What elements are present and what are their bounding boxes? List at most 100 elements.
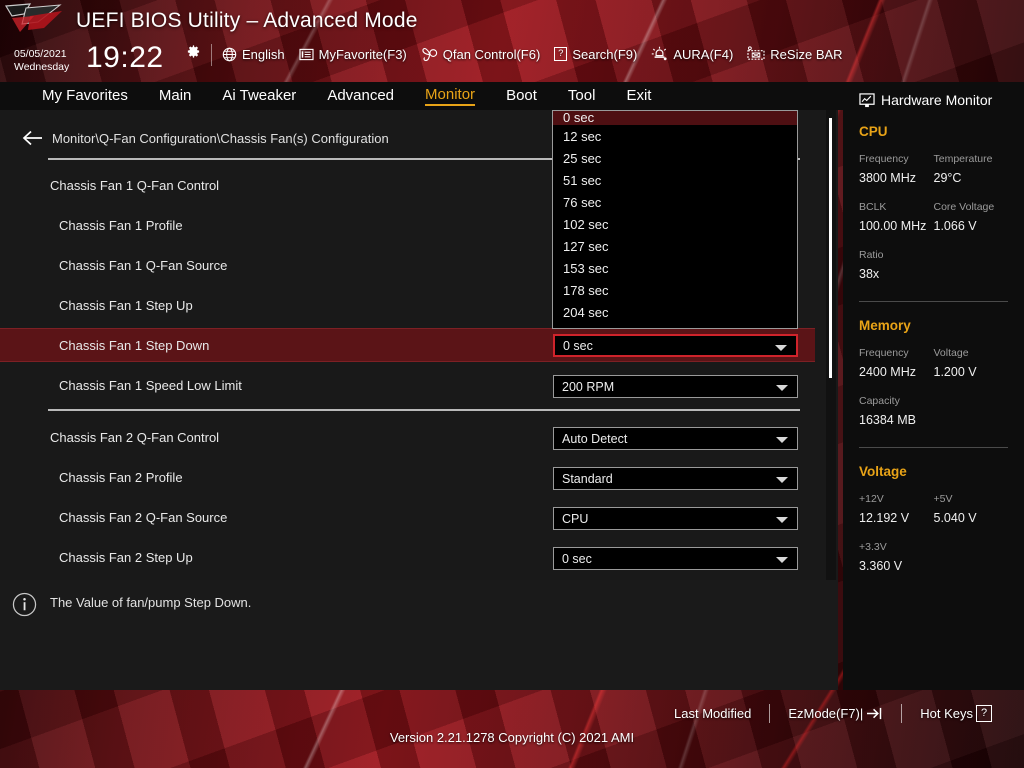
dropdown-option[interactable]: 12 sec — [553, 125, 797, 147]
question-key-icon: ? — [554, 47, 568, 61]
qfan-control-button[interactable]: Qfan Control(F6) — [421, 46, 541, 62]
dropdown-option[interactable]: 153 sec — [553, 257, 797, 279]
hw-value: 12.192 V — [859, 511, 910, 525]
footer-bar: Last Modified EzMode(F7)| Hot Keys ? Ver… — [0, 690, 1024, 768]
search-button[interactable]: ? Search(F9) — [554, 47, 637, 62]
last-modified-button[interactable]: Last Modified — [656, 706, 769, 721]
dropdown-option-selected[interactable]: 0 sec — [553, 111, 797, 125]
aura-button[interactable]: AURA(F4) — [651, 46, 733, 62]
hw-key: Capacity — [859, 395, 900, 407]
hw-stat: Ratio 38x — [859, 248, 943, 283]
tab-ai-tweaker[interactable]: Ai Tweaker — [222, 87, 296, 105]
setting-label: Chassis Fan 1 Q-Fan Control — [50, 177, 220, 193]
globe-icon — [222, 47, 237, 61]
hw-value: 100.00 MHz — [859, 219, 927, 233]
ezmode-button[interactable]: EzMode(F7)| — [770, 706, 901, 721]
chassis-fan-1-step-down-combo[interactable]: 0 sec — [553, 334, 798, 357]
hw-key: Voltage — [933, 347, 969, 359]
chassis-fan-2-profile-combo[interactable]: Standard — [553, 467, 798, 490]
hw-key: Frequency — [859, 153, 909, 165]
hw-value: 2400 MHz — [859, 365, 916, 379]
version-text: Version 2.21.1278 Copyright (C) 2021 AMI — [389, 730, 635, 745]
combo-value: Auto Detect — [562, 431, 628, 446]
dropdown-option[interactable]: 76 sec — [553, 191, 797, 213]
setting-label: Chassis Fan 2 Q-Fan Source — [59, 509, 228, 525]
dropdown-option[interactable]: 102 sec — [553, 213, 797, 235]
chassis-fan-2-qfan-source-combo[interactable]: CPU — [553, 507, 798, 530]
hardware-monitor-title-text: Hardware Monitor — [881, 92, 993, 108]
hw-value: 29°C — [933, 171, 962, 185]
hw-key: Temperature — [933, 153, 993, 165]
weekday-value: Wednesday — [14, 60, 70, 73]
rog-logo-icon — [4, 3, 62, 32]
dropdown-option[interactable]: 204 sec — [553, 301, 797, 323]
setting-label: Chassis Fan 1 Step Up — [59, 297, 193, 313]
hw-section-cpu: CPU — [859, 124, 888, 139]
tab-main[interactable]: Main — [159, 87, 192, 105]
hw-row: +12V 12.192 V +5V 5.040 V — [859, 492, 1008, 527]
resize-bar-icon — [747, 46, 765, 60]
scrollbar-thumb[interactable] — [829, 118, 832, 378]
myfavorite-label: MyFavorite(F3) — [318, 46, 407, 62]
monitor-icon — [859, 92, 875, 107]
language-button[interactable]: English — [222, 47, 285, 62]
date-value: 05/05/2021 — [14, 48, 67, 60]
setting-label: Chassis Fan 1 Step Down — [59, 337, 210, 353]
hw-section-memory: Memory — [859, 318, 911, 333]
combo-value: 200 RPM — [562, 379, 615, 394]
hw-section-voltage: Voltage — [859, 464, 907, 479]
dropdown-option[interactable]: 25 sec — [553, 147, 797, 169]
chassis-fan-1-speed-low-limit-combo[interactable]: 200 RPM — [553, 375, 798, 398]
chassis-fan-2-step-up-combo[interactable]: 0 sec — [553, 547, 798, 570]
hw-stat: Core Voltage 1.066 V — [934, 200, 1009, 235]
footer-actions: Last Modified EzMode(F7)| Hot Keys ? — [656, 704, 1010, 723]
page-title: UEFI BIOS Utility – Advanced Mode — [76, 9, 418, 32]
dropdown-option[interactable]: 127 sec — [553, 235, 797, 257]
chevron-down-icon — [776, 557, 788, 563]
language-label: English — [242, 46, 285, 62]
qfan-control-label: Qfan Control(F6) — [442, 46, 541, 62]
enter-arrow-icon — [867, 707, 882, 720]
hw-divider — [859, 447, 1008, 448]
dropdown-option[interactable]: 178 sec — [553, 279, 797, 301]
myfavorite-button[interactable]: MyFavorite(F3) — [299, 47, 407, 62]
clock-display: 19:22 — [86, 41, 164, 74]
tab-advanced[interactable]: Advanced — [327, 87, 394, 105]
tab-tool[interactable]: Tool — [568, 87, 596, 105]
tab-monitor[interactable]: Monitor — [425, 86, 476, 106]
dropdown-option[interactable]: 51 sec — [553, 169, 797, 191]
chevron-down-icon — [776, 385, 788, 391]
combo-value: 0 sec — [562, 551, 592, 566]
setting-label: Chassis Fan 1 Profile — [59, 217, 183, 233]
hw-stat: +3.3V 3.360 V — [859, 540, 943, 575]
setting-label: Chassis Fan 2 Step Up — [59, 549, 193, 565]
hw-stat: Temperature 29°C — [934, 152, 1009, 187]
hardware-monitor-sidebar: Hardware Monitor CPU Frequency 3800 MHz … — [843, 82, 1024, 690]
tab-exit[interactable]: Exit — [626, 87, 651, 105]
hw-row: BCLK 100.00 MHz Core Voltage 1.066 V — [859, 200, 1008, 235]
chevron-down-icon — [776, 437, 788, 443]
hotkeys-button[interactable]: Hot Keys ? — [902, 705, 1010, 722]
hw-stat: Voltage 1.200 V — [934, 346, 1009, 381]
hw-key: Frequency — [859, 347, 909, 359]
resize-bar-button[interactable]: ReSize BAR — [747, 46, 843, 62]
tab-my-favorites[interactable]: My Favorites — [42, 87, 128, 105]
aura-light-icon — [652, 46, 667, 61]
tab-boot[interactable]: Boot — [506, 87, 537, 105]
step-down-dropdown-list[interactable]: 0 sec 12 sec 25 sec 51 sec 76 sec 102 se… — [552, 110, 798, 329]
chassis-fan-2-qfan-control-combo[interactable]: Auto Detect — [553, 427, 798, 450]
list-icon — [299, 48, 314, 60]
hw-stat: Capacity 16384 MB — [859, 394, 943, 429]
setting-label: Chassis Fan 1 Speed Low Limit — [59, 377, 242, 393]
chevron-down-icon — [776, 477, 788, 483]
hw-key: BCLK — [859, 201, 887, 213]
header-divider — [211, 44, 212, 66]
hw-value: 1.066 V — [933, 219, 977, 233]
gear-icon[interactable] — [186, 44, 201, 59]
hw-value: 5.040 V — [933, 511, 977, 525]
hw-key: +12V — [859, 493, 884, 505]
hw-stat: Frequency 3800 MHz — [859, 152, 934, 187]
aura-label: AURA(F4) — [673, 46, 734, 62]
hw-row: Ratio 38x — [859, 248, 1008, 283]
hw-value: 38x — [859, 267, 880, 281]
